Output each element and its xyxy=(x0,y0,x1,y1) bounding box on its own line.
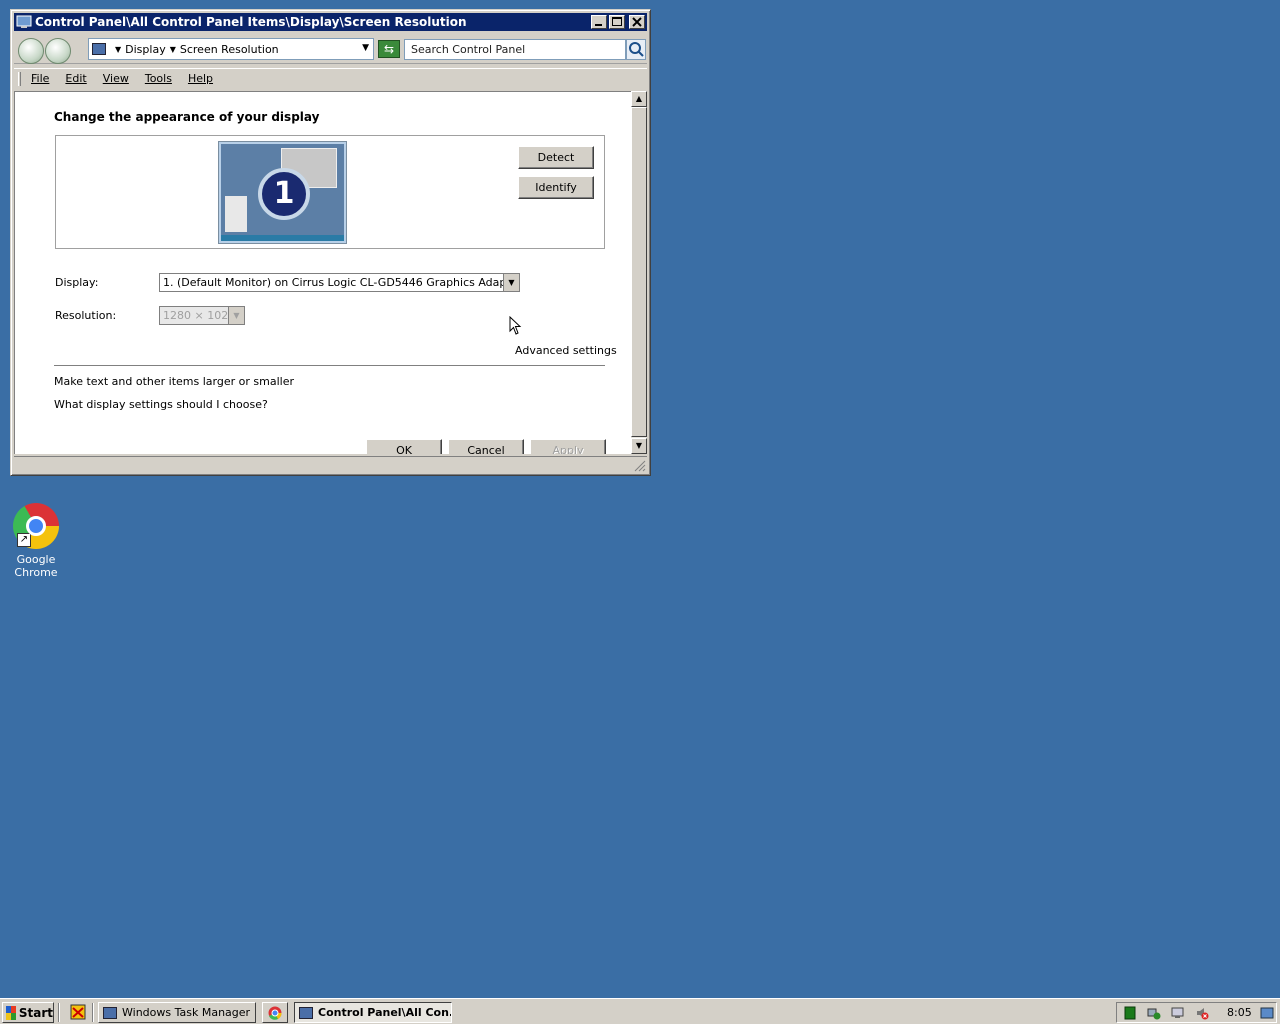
page-title: Change the appearance of your display xyxy=(54,110,320,124)
desktop-icon-google-chrome[interactable]: ↗ Google Chrome xyxy=(8,503,64,579)
search-button[interactable] xyxy=(626,39,646,60)
display-help-link[interactable]: What display settings should I choose? xyxy=(54,398,268,411)
quicklaunch-app-icon[interactable] xyxy=(70,1004,86,1020)
scroll-thumb[interactable] xyxy=(631,107,647,437)
menu-edit[interactable]: Edit xyxy=(65,72,86,85)
detect-button[interactable]: Detect xyxy=(518,146,594,169)
display-icon xyxy=(92,43,106,55)
text-size-link[interactable]: Make text and other items larger or smal… xyxy=(54,375,294,388)
breadcrumb-screen-resolution[interactable]: Screen Resolution xyxy=(180,43,279,56)
taskbar-separator xyxy=(92,1003,94,1022)
taskbar-item-label: Control Panel\All Con... xyxy=(318,1006,452,1019)
chevron-down-icon: ▼ xyxy=(115,44,122,54)
monitor-1-preview[interactable]: 1 xyxy=(218,141,347,244)
shortcut-arrow-icon: ↗ xyxy=(17,533,31,547)
cancel-button[interactable]: Cancel xyxy=(448,439,524,454)
chrome-icon: ↗ xyxy=(13,503,59,549)
chevron-down-icon: ▼ xyxy=(228,307,244,324)
menu-file[interactable]: File xyxy=(31,72,49,85)
title-bar[interactable]: Control Panel\All Control Panel Items\Di… xyxy=(14,13,647,31)
monitor-number-badge: 1 xyxy=(258,168,310,220)
taskbar-item-control-panel[interactable]: Control Panel\All Con... xyxy=(294,1002,452,1023)
resolution-label: Resolution: xyxy=(55,309,117,322)
menu-view[interactable]: View xyxy=(103,72,129,85)
address-dropdown-icon[interactable]: ▼ xyxy=(362,43,369,53)
control-panel-icon xyxy=(299,1006,313,1019)
address-bar: ▼ Display ▼ Screen Resolution ▼ ⇆ Search… xyxy=(14,34,647,64)
breadcrumb[interactable]: ▼ Display ▼ Screen Resolution ▼ xyxy=(88,38,374,60)
show-desktop-icon[interactable] xyxy=(1260,1006,1274,1020)
close-button[interactable] xyxy=(629,15,645,29)
scroll-down-button[interactable]: ▼ xyxy=(631,438,647,454)
taskbar-item-task-manager[interactable]: Windows Task Manager xyxy=(98,1002,256,1023)
resolution-select-value: 1280 × 1024 xyxy=(163,309,236,322)
display-select[interactable]: 1. (Default Monitor) on Cirrus Logic CL-… xyxy=(159,273,520,292)
taskbar-item-label: Windows Task Manager xyxy=(122,1006,251,1019)
preview-startmenu-graphic xyxy=(225,196,247,232)
start-label: Start xyxy=(18,1005,53,1020)
search-icon xyxy=(629,42,644,57)
menu-grip xyxy=(18,71,21,86)
display-preview-panel: 1 Detect Identify xyxy=(55,135,605,249)
control-panel-icon xyxy=(16,15,32,29)
resize-grip-icon[interactable] xyxy=(634,460,646,472)
minimize-icon xyxy=(595,24,602,26)
taskbar-item-chrome[interactable] xyxy=(262,1002,288,1023)
network-icon[interactable] xyxy=(1147,1006,1161,1020)
chevron-down-icon: ▼ xyxy=(169,44,176,54)
minimize-button[interactable] xyxy=(591,15,607,29)
resolution-select[interactable]: 1280 × 1024 ▼ xyxy=(159,306,245,325)
mouse-cursor-icon xyxy=(509,316,522,335)
desktop-icon-label-line2: Chrome xyxy=(14,566,58,579)
window-title: Control Panel\All Control Panel Items\Di… xyxy=(35,15,467,29)
maximize-icon xyxy=(612,17,622,26)
divider xyxy=(54,365,605,366)
search-input[interactable]: Search Control Panel xyxy=(404,39,626,60)
identify-button[interactable]: Identify xyxy=(518,176,594,199)
chevron-down-icon: ▼ xyxy=(503,274,519,291)
breadcrumb-display[interactable]: Display xyxy=(125,43,166,56)
advanced-settings-link[interactable]: Advanced settings xyxy=(515,344,617,357)
display-select-value: 1. (Default Monitor) on Cirrus Logic CL-… xyxy=(163,276,520,289)
menu-tools[interactable]: Tools xyxy=(145,72,172,85)
preview-taskbar-graphic xyxy=(221,235,344,241)
scroll-up-button[interactable]: ▲ xyxy=(631,91,647,107)
forward-button[interactable] xyxy=(45,38,71,64)
menu-help[interactable]: Help xyxy=(188,72,213,85)
windows-logo-icon xyxy=(6,1005,16,1020)
volume-muted-icon[interactable] xyxy=(1195,1006,1209,1020)
taskbar: Start Windows Task Manager Control Panel… xyxy=(0,998,1280,1024)
screen-resolution-window: Control Panel\All Control Panel Items\Di… xyxy=(10,9,651,476)
system-tray: 8:05 xyxy=(1116,1002,1277,1023)
vertical-scrollbar[interactable]: ▲ ▼ xyxy=(631,91,647,454)
task-manager-icon xyxy=(103,1006,117,1019)
app-tray-icon[interactable] xyxy=(1123,1006,1137,1020)
taskbar-separator xyxy=(58,1003,60,1022)
maximize-button[interactable] xyxy=(609,15,625,29)
desktop-icon-label-line1: Google xyxy=(16,553,56,566)
content-pane: Change the appearance of your display 1 … xyxy=(14,91,631,454)
ok-button[interactable]: OK xyxy=(366,439,442,454)
close-icon xyxy=(632,17,642,27)
refresh-button[interactable]: ⇆ xyxy=(378,40,400,58)
menu-bar: File Edit View Tools Help xyxy=(14,68,647,88)
status-bar xyxy=(14,456,647,473)
back-button[interactable] xyxy=(18,38,44,64)
refresh-icon: ⇆ xyxy=(383,42,395,56)
apply-button[interactable]: Apply xyxy=(530,439,606,454)
chrome-icon xyxy=(268,1006,282,1020)
start-button[interactable]: Start xyxy=(2,1002,54,1023)
display-tray-icon[interactable] xyxy=(1171,1006,1185,1020)
clock[interactable]: 8:05 xyxy=(1227,1006,1252,1019)
display-label: Display: xyxy=(55,276,99,289)
